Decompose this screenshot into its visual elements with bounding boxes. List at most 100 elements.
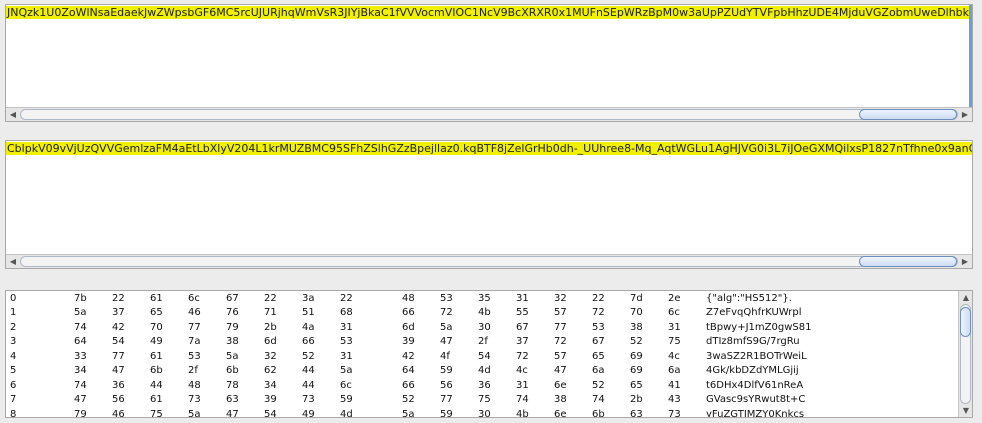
hex-byte-cell[interactable]: 53 — [182, 349, 220, 364]
hex-byte-cell[interactable]: 4c — [510, 364, 548, 379]
hex-byte-cell[interactable]: 39 — [396, 335, 434, 350]
hex-byte-cell[interactable]: 77 — [434, 393, 472, 408]
hex-byte-cell[interactable]: 47 — [68, 393, 106, 408]
hex-byte-cell[interactable]: 5a — [182, 407, 220, 417]
hex-byte-cell[interactable]: 47 — [548, 364, 586, 379]
hex-byte-cell[interactable]: 4b — [472, 306, 510, 321]
hex-row-ascii[interactable]: yFuZGTIMZY0Knkcs — [700, 407, 850, 417]
hex-byte-cell[interactable]: 6b — [586, 407, 624, 417]
hex-byte-cell[interactable]: 34 — [258, 378, 296, 393]
hex-byte-cell[interactable]: 54 — [258, 407, 296, 417]
hex-byte-cell[interactable]: 42 — [396, 349, 434, 364]
hex-byte-cell[interactable]: 63 — [624, 407, 662, 417]
hex-row-ascii[interactable]: Z7eFvqQhfrKUWrpl — [700, 306, 850, 321]
hex-byte-cell[interactable]: 64 — [396, 364, 434, 379]
hex-byte-cell[interactable]: 57 — [548, 306, 586, 321]
hex-byte-cell[interactable]: 6c — [182, 291, 220, 306]
hex-byte-cell[interactable]: 5a — [220, 349, 258, 364]
hex-byte-cell[interactable]: 61 — [144, 291, 182, 306]
hex-byte-cell[interactable]: 63 — [220, 393, 258, 408]
scroll-right-icon[interactable]: ▶ — [958, 108, 972, 121]
hex-byte-cell[interactable]: 33 — [68, 349, 106, 364]
hex-byte-cell[interactable]: 44 — [144, 378, 182, 393]
hex-byte-cell[interactable]: 70 — [144, 320, 182, 335]
hex-byte-cell[interactable]: 6a — [586, 364, 624, 379]
hex-byte-cell[interactable]: 5a — [396, 407, 434, 417]
hex-byte-cell[interactable]: 32 — [258, 349, 296, 364]
scroll-left-icon[interactable]: ◀ — [6, 108, 20, 121]
hex-byte-cell[interactable]: 22 — [258, 291, 296, 306]
hex-byte-cell[interactable]: 4f — [434, 349, 472, 364]
hex-byte-cell[interactable]: 67 — [510, 320, 548, 335]
hex-byte-cell[interactable]: 44 — [296, 364, 334, 379]
hex-byte-cell[interactable]: 22 — [586, 291, 624, 306]
hex-byte-cell[interactable]: 46 — [106, 407, 144, 417]
hex-byte-cell[interactable]: 71 — [258, 306, 296, 321]
hex-byte-cell[interactable]: 66 — [296, 335, 334, 350]
hex-byte-cell[interactable]: 4a — [296, 320, 334, 335]
hex-byte-cell[interactable]: 52 — [296, 349, 334, 364]
hex-byte-cell[interactable]: 31 — [510, 378, 548, 393]
hex-byte-cell[interactable]: 65 — [624, 378, 662, 393]
hex-byte-cell[interactable]: 5a — [68, 306, 106, 321]
hex-byte-cell[interactable]: 6d — [396, 320, 434, 335]
hex-byte-cell[interactable]: 31 — [510, 291, 548, 306]
hex-byte-cell[interactable]: 2f — [182, 364, 220, 379]
hex-byte-cell[interactable]: 31 — [334, 320, 372, 335]
hex-byte-cell[interactable]: 66 — [396, 306, 434, 321]
hex-byte-cell[interactable]: 65 — [144, 306, 182, 321]
scroll-thumb[interactable] — [859, 256, 957, 267]
hex-byte-cell[interactable]: 38 — [624, 320, 662, 335]
hex-byte-cell[interactable]: 79 — [68, 407, 106, 417]
scroll-down-icon[interactable]: ▼ — [959, 404, 972, 417]
hex-byte-cell[interactable]: 54 — [106, 335, 144, 350]
scroll-thumb[interactable] — [960, 307, 971, 337]
hex-byte-cell[interactable]: 6c — [334, 378, 372, 393]
hex-byte-cell[interactable]: 43 — [662, 393, 700, 408]
hex-byte-cell[interactable]: 64 — [68, 335, 106, 350]
hex-byte-cell[interactable]: 3a — [296, 291, 334, 306]
scroll-left-icon[interactable]: ◀ — [6, 255, 20, 268]
hex-byte-cell[interactable]: 77 — [182, 320, 220, 335]
hex-byte-cell[interactable]: 73 — [296, 393, 334, 408]
hex-byte-cell[interactable]: 74 — [68, 320, 106, 335]
hex-byte-cell[interactable]: 72 — [510, 349, 548, 364]
signature-text-area[interactable]: CblpkV09vVjUzQVVGemlzaFM4aEtLbXlyV204L1k… — [5, 140, 973, 269]
hex-byte-cell[interactable]: 2f — [472, 335, 510, 350]
hex-byte-cell[interactable]: 39 — [258, 393, 296, 408]
hex-byte-cell[interactable]: 61 — [144, 349, 182, 364]
hex-vertical-scrollbar[interactable]: ▲ ▼ — [958, 291, 972, 417]
hex-byte-cell[interactable]: 67 — [220, 291, 258, 306]
hex-byte-cell[interactable]: 74 — [68, 378, 106, 393]
hex-byte-cell[interactable]: 7d — [624, 291, 662, 306]
hex-byte-cell[interactable]: 36 — [472, 378, 510, 393]
hex-byte-cell[interactable]: 75 — [472, 393, 510, 408]
hex-byte-cell[interactable]: 59 — [334, 393, 372, 408]
hex-byte-cell[interactable]: 56 — [434, 378, 472, 393]
hex-byte-cell[interactable]: 56 — [106, 393, 144, 408]
hex-byte-cell[interactable]: 6e — [548, 407, 586, 417]
hex-byte-cell[interactable]: 75 — [662, 335, 700, 350]
hex-row-ascii[interactable]: t6DHx4DlfV61nReA — [700, 378, 850, 393]
hex-byte-cell[interactable]: 57 — [548, 349, 586, 364]
hex-byte-cell[interactable]: 78 — [220, 378, 258, 393]
hex-byte-cell[interactable]: 6d — [258, 335, 296, 350]
hex-byte-cell[interactable]: 47 — [434, 335, 472, 350]
hex-byte-cell[interactable]: 2e — [662, 291, 700, 306]
hex-byte-cell[interactable]: 53 — [434, 291, 472, 306]
hex-byte-cell[interactable]: 4d — [472, 364, 510, 379]
hex-byte-cell[interactable]: 75 — [144, 407, 182, 417]
hex-byte-cell[interactable]: 72 — [548, 335, 586, 350]
header-text-area[interactable]: JNQzk1U0ZoWlNsaEdaekJwZWpsbGF6MC5rcUJURj… — [5, 4, 973, 122]
hex-byte-cell[interactable]: 74 — [510, 393, 548, 408]
hex-byte-cell[interactable]: 4c — [662, 349, 700, 364]
hex-byte-cell[interactable]: 46 — [182, 306, 220, 321]
hex-byte-cell[interactable]: 59 — [434, 407, 472, 417]
hex-byte-cell[interactable]: 6c — [662, 306, 700, 321]
hex-byte-cell[interactable]: 72 — [434, 306, 472, 321]
hex-byte-cell[interactable]: 36 — [106, 378, 144, 393]
hex-byte-cell[interactable]: 42 — [106, 320, 144, 335]
header-horizontal-scrollbar[interactable]: ◀ ▶ — [6, 107, 972, 121]
hex-byte-cell[interactable]: 76 — [220, 306, 258, 321]
hex-byte-cell[interactable]: 38 — [220, 335, 258, 350]
